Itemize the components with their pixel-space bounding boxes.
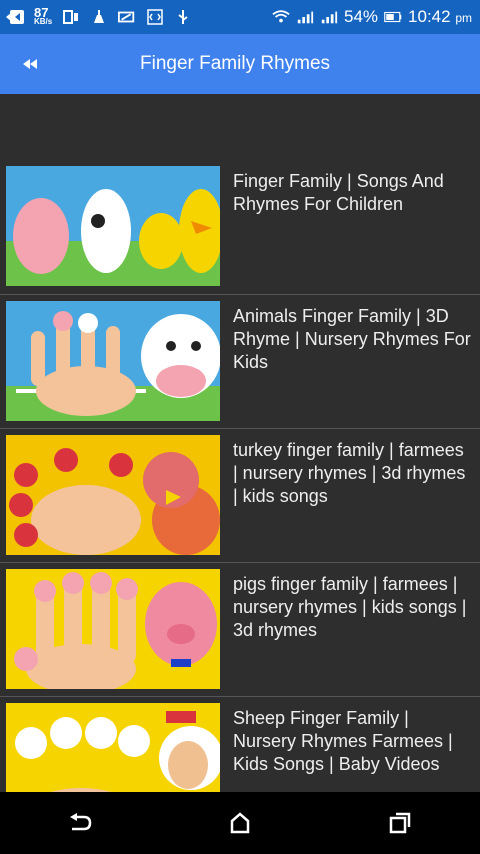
video-item[interactable]: Animals Finger Family | 3D Rhyme | Nurse… bbox=[0, 294, 480, 428]
video-item[interactable]: pigs finger family | farmees | nursery r… bbox=[0, 562, 480, 696]
clock-suffix: pm bbox=[455, 11, 472, 25]
rewind-icon bbox=[23, 59, 37, 69]
clock-time: 10:42 bbox=[408, 7, 451, 26]
nav-back-button[interactable] bbox=[50, 798, 110, 848]
network-speed-value: 87 bbox=[34, 5, 49, 20]
wifi-icon bbox=[272, 8, 290, 26]
signal-sim2-icon bbox=[320, 8, 338, 26]
video-thumbnail[interactable] bbox=[6, 569, 220, 689]
nav-home-icon bbox=[230, 812, 250, 834]
usb-icon bbox=[174, 8, 192, 26]
nav-home-button[interactable] bbox=[210, 798, 270, 848]
video-title[interactable]: turkey finger family | farmees | nursery… bbox=[233, 439, 473, 508]
video-title[interactable]: Finger Family | Songs And Rhymes For Chi… bbox=[233, 170, 473, 216]
cleaner-icon bbox=[90, 8, 108, 26]
video-thumbnail[interactable] bbox=[6, 166, 220, 286]
signal-sim1-icon bbox=[296, 8, 314, 26]
video-item[interactable]: Finger Family | Songs And Rhymes For Chi… bbox=[0, 160, 480, 294]
back-button[interactable] bbox=[0, 34, 60, 94]
nav-back-icon bbox=[70, 813, 92, 831]
nav-recents-button[interactable] bbox=[370, 798, 430, 848]
code-icon bbox=[146, 8, 164, 26]
video-thumbnail[interactable] bbox=[6, 435, 220, 555]
battery-saver-icon bbox=[118, 8, 136, 26]
video-list: Finger Family | Songs And Rhymes For Chi… bbox=[0, 160, 480, 830]
network-speed-unit: KB/s bbox=[34, 17, 53, 26]
status-bar: 87 KB/s 54% 10:42 pm bbox=[0, 0, 480, 34]
app-bar: Finger Family Rhymes bbox=[0, 34, 480, 94]
video-thumbnail[interactable] bbox=[6, 301, 220, 421]
video-title[interactable]: Animals Finger Family | 3D Rhyme | Nurse… bbox=[233, 305, 473, 374]
rewind-notification-icon bbox=[6, 8, 24, 26]
clock: 10:42 pm bbox=[408, 7, 472, 27]
nav-recents-icon bbox=[389, 812, 411, 834]
phone-screen-icon bbox=[62, 8, 80, 26]
video-title[interactable]: Sheep Finger Family | Nursery Rhymes Far… bbox=[233, 707, 473, 776]
network-speed: 87 KB/s bbox=[34, 5, 53, 26]
battery-icon bbox=[384, 8, 402, 26]
page-title: Finger Family Rhymes bbox=[140, 53, 331, 74]
system-navigation-bar bbox=[0, 792, 480, 854]
video-title[interactable]: pigs finger family | farmees | nursery r… bbox=[233, 573, 473, 642]
video-item[interactable]: turkey finger family | farmees | nursery… bbox=[0, 428, 480, 562]
battery-percent: 54% bbox=[344, 7, 379, 26]
